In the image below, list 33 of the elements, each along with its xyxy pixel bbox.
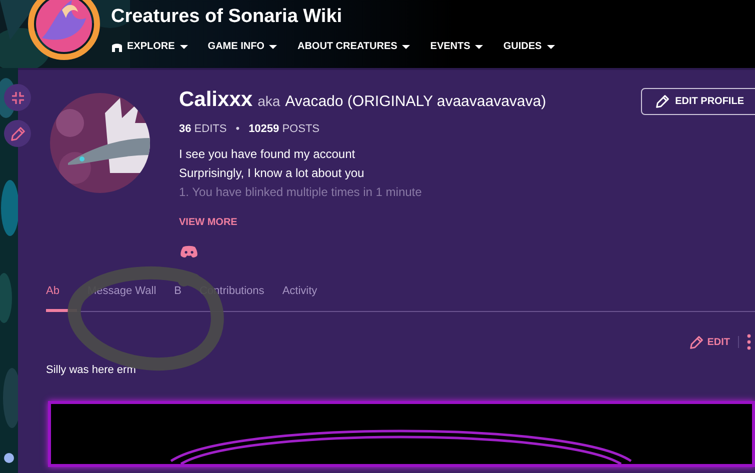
separator-dot: •	[236, 123, 240, 135]
discord-icon	[180, 245, 198, 258]
alias: Avacado (ORIGINALY avaavaavavava)	[285, 93, 546, 110]
username: Calixxx	[179, 88, 253, 112]
stat-count: 10259 POSTS	[248, 123, 320, 135]
nav-menu[interactable]: EVENTS	[430, 41, 484, 52]
caret-icon	[178, 44, 189, 50]
edit-profile-button[interactable]: EDIT PROFILE	[641, 88, 755, 115]
pencil-icon	[656, 95, 670, 108]
bio-line: I see you have found my account	[179, 147, 356, 161]
caret-icon	[268, 44, 278, 50]
edit-button[interactable]: EDIT	[690, 336, 730, 348]
bio-line: Surprisingly, I know a lot about you	[179, 166, 364, 180]
pencil-icon	[690, 336, 704, 348]
aka-label: aka	[258, 93, 280, 109]
wiki-title[interactable]: Creatures of Sonaria Wiki	[111, 6, 556, 28]
profile-tab[interactable]: B	[174, 279, 182, 312]
more-icon	[747, 334, 751, 350]
caret-icon	[474, 44, 484, 50]
caret-icon	[401, 44, 412, 50]
profile-tab[interactable]: Ab	[46, 279, 78, 312]
bio-line: 1. You have blinked multiple times in 1 minute	[179, 185, 422, 199]
nav-menu[interactable]: ABOUT CREATURES	[297, 41, 412, 52]
view-more-link[interactable]: VIEW MORE	[179, 217, 238, 228]
stat-count: 36 EDITS	[179, 123, 227, 135]
nav-menu[interactable]: GAME INFO	[208, 41, 278, 52]
caret-icon	[546, 44, 556, 50]
about-text: Silly was here erm	[46, 364, 137, 376]
nav-menu[interactable]: GUIDES	[503, 41, 556, 52]
nav-menu[interactable]: EXPLORE	[111, 41, 189, 52]
profile-tab[interactable]: Activity	[282, 279, 318, 312]
collapse-icon	[10, 90, 24, 104]
pencil-icon	[10, 126, 24, 140]
